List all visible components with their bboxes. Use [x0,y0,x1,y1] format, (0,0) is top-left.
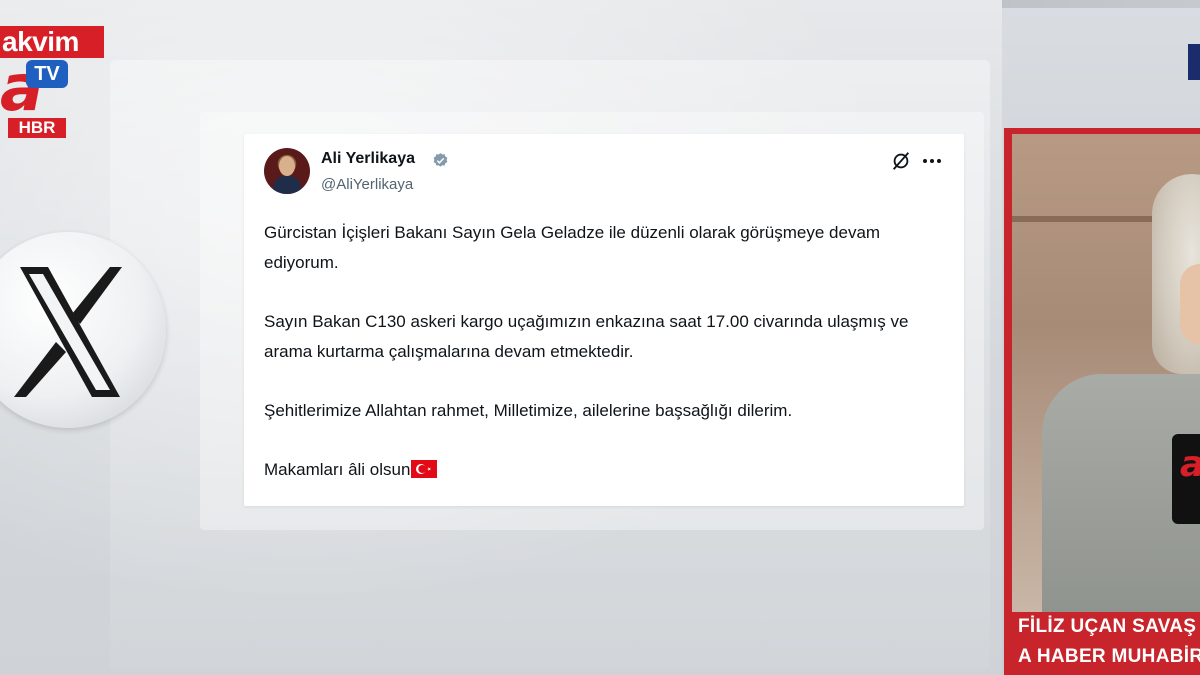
tweet-card: Ali Yerlikaya @AliYerlikaya Gürcistan İç… [244,134,964,506]
reporter-face [1180,264,1200,344]
tweet-paragraph: Makamları âli olsun [264,460,411,479]
tweet-text: Gürcistan İçişleri Bakanı Sayın Gela Gel… [264,218,954,514]
author-name[interactable]: Ali Yerlikaya [321,150,415,168]
channel-logo: akvim a TV HBR [0,26,104,144]
tweet-paragraph-last: Makamları âli olsun [264,455,954,485]
avatar-face [279,156,295,176]
logo-hbr-badge: HBR [8,118,66,138]
tweet-paragraph: Şehitlerimize Allahtan rahmet, Milletimi… [264,401,793,420]
verified-badge-icon [433,153,448,167]
tweet-paragraph: Gürcistan İçişleri Bakanı Sayın Gela Gel… [264,223,881,272]
logo-tv-badge: TV [26,60,68,88]
tweet-paragraph: Sayın Bakan C130 askeri kargo uçağımızın… [264,312,909,361]
mic-logo: a [1180,444,1200,485]
reporter-role: A HABER MUHABİRİ [1018,646,1200,667]
author-avatar[interactable] [264,148,310,194]
grok-icon[interactable] [890,150,912,172]
edge-accent [1188,44,1200,80]
avatar-suit [273,176,301,194]
author-handle[interactable]: @AliYerlikaya [321,176,413,193]
reporter-name: FİLİZ UÇAN SAVAŞ [1018,616,1197,637]
more-options-icon[interactable] [920,150,944,172]
turkey-flag-icon [411,460,438,478]
reporter-lower-third: FİLİZ UÇAN SAVAŞ A HABER MUHABİRİ [1012,612,1200,675]
reporter-video: a [1012,134,1200,612]
